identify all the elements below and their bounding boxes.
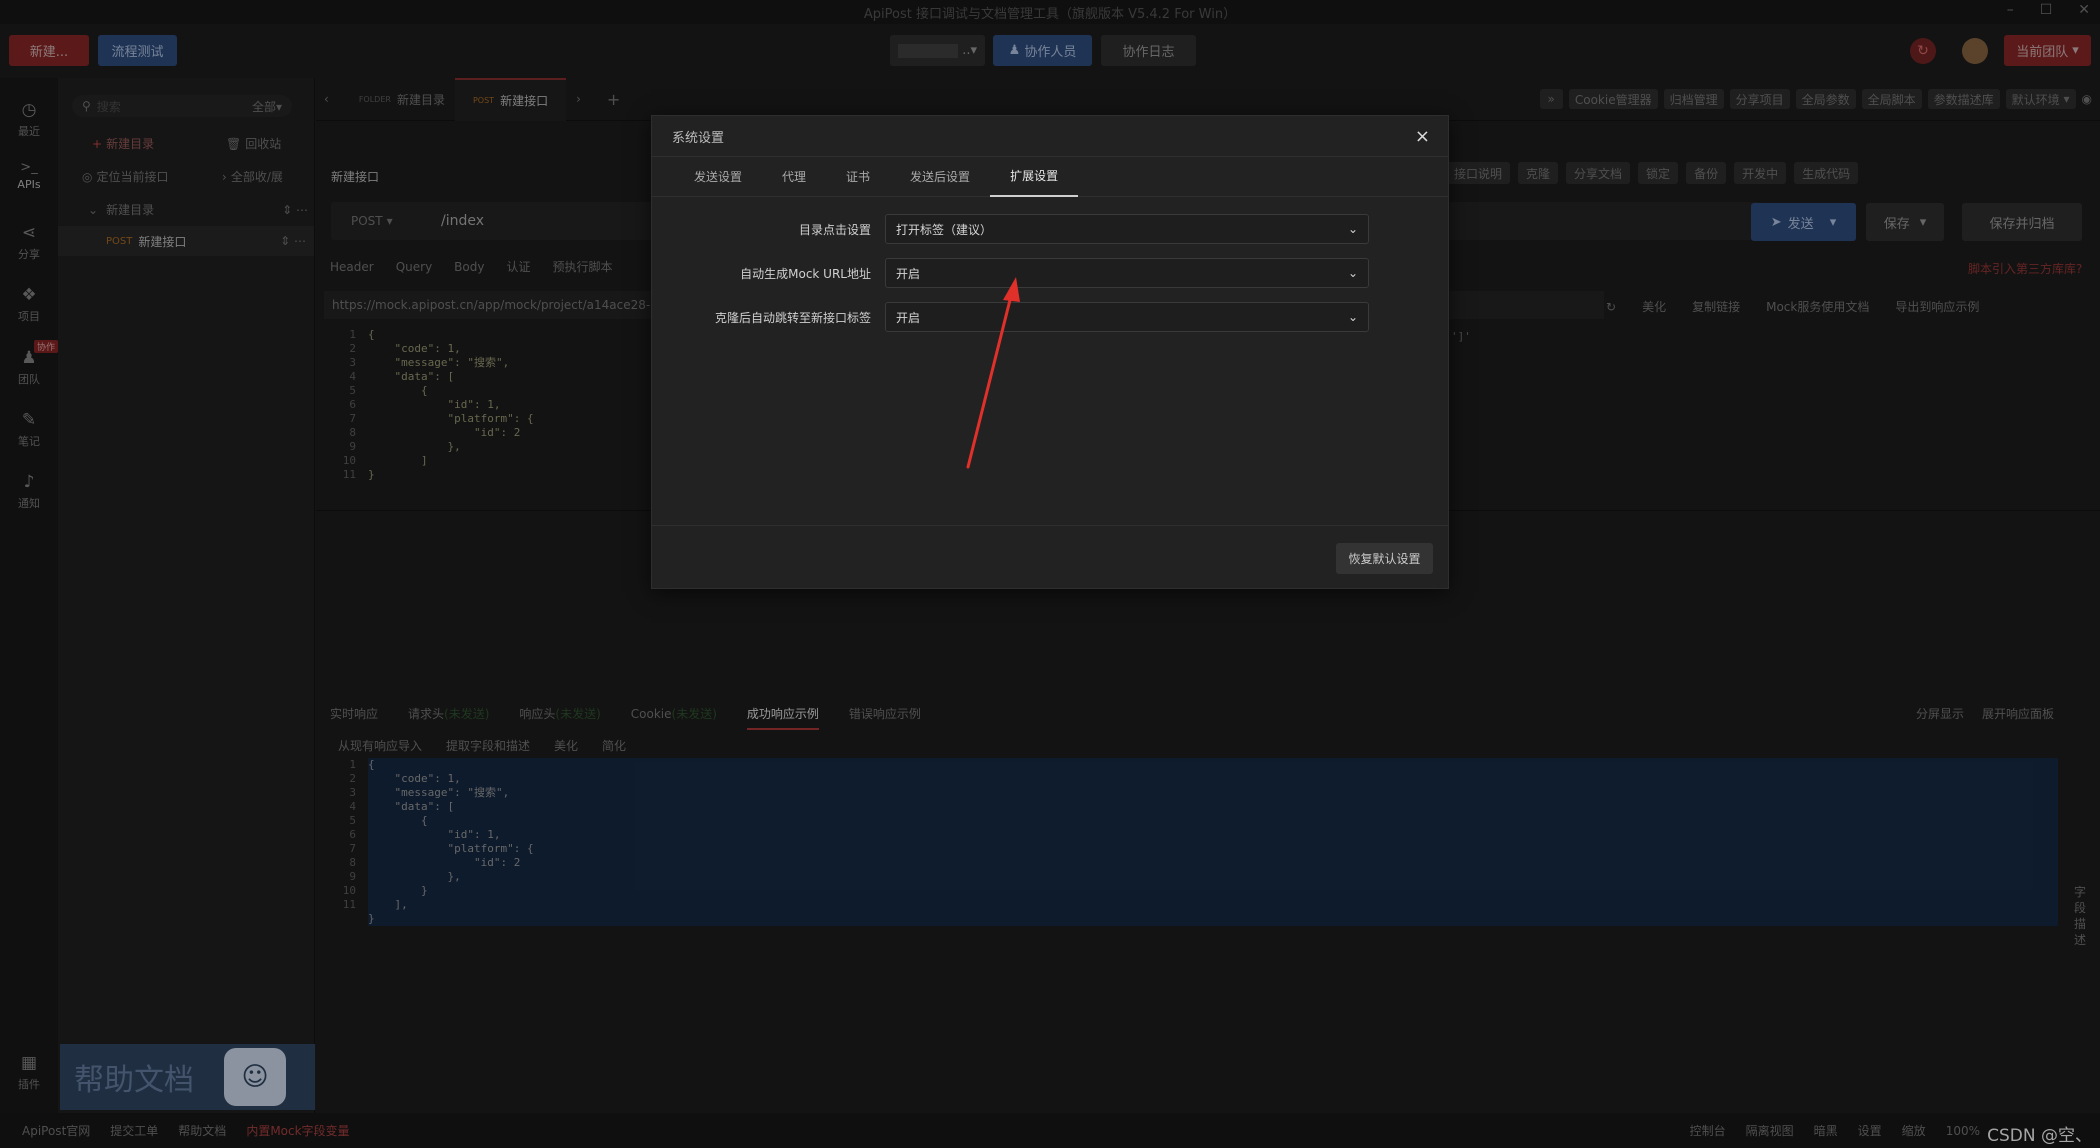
arrow-head [1003, 277, 1020, 302]
annotation-arrow [966, 277, 1020, 469]
arrow-shaft [966, 290, 1014, 469]
